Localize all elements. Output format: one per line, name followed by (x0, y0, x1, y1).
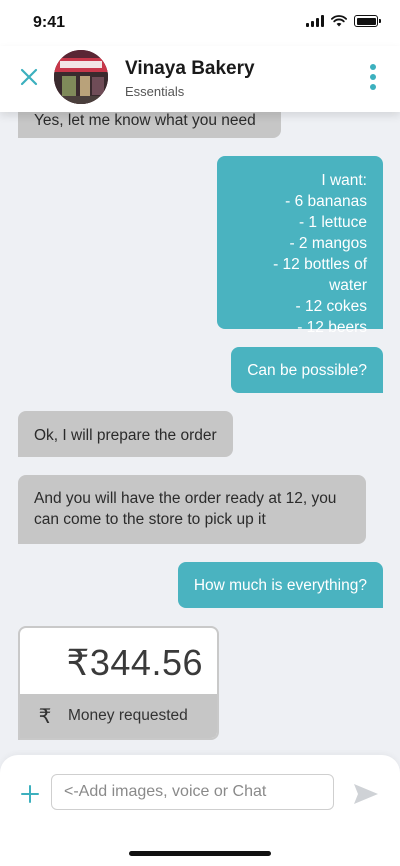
message-text: Can be possible? (247, 362, 367, 379)
store-subtitle: Essentials (125, 84, 185, 99)
message-composer (0, 755, 400, 866)
message-outgoing: Can be possible? (231, 347, 383, 393)
message-text: Yes, let me know what you need (34, 112, 256, 129)
money-request-footer: ₹ Money requested (20, 694, 217, 738)
rupee-icon: ₹ (38, 705, 52, 728)
order-line: - 2 mangos (289, 235, 367, 252)
order-line: - 6 bananas (285, 193, 367, 210)
order-line: - 12 bottles of water (273, 256, 367, 294)
order-line: - 12 cokes (295, 298, 367, 315)
money-amount: ₹344.56 (66, 642, 203, 683)
more-vertical-icon[interactable] (368, 64, 378, 90)
plus-icon[interactable] (19, 783, 41, 805)
home-indicator (129, 851, 271, 856)
status-bar: 9:41 (0, 0, 400, 46)
close-icon[interactable] (18, 66, 40, 88)
chat-input[interactable] (51, 774, 334, 810)
chat-header: Vinaya Bakery Essentials (0, 46, 400, 112)
order-line: - 12 beers (297, 319, 367, 336)
storefront-image (54, 50, 108, 104)
message-incoming: And you will have the order ready at 12,… (18, 475, 366, 544)
status-icons (306, 15, 381, 27)
message-outgoing-order: I want: - 6 bananas - 1 lettuce - 2 mang… (217, 156, 383, 336)
store-avatar[interactable] (54, 50, 108, 104)
wifi-icon (331, 15, 347, 27)
send-icon[interactable] (352, 782, 380, 806)
order-line: - 1 lettuce (298, 214, 367, 231)
status-time: 9:41 (33, 14, 66, 31)
signal-icon (306, 15, 324, 27)
order-line: I want: (321, 172, 367, 189)
money-request-card[interactable]: ₹344.56 ₹ Money requested (18, 626, 219, 740)
message-text: And you will have the order ready at 12,… (34, 490, 337, 528)
store-name: Vinaya Bakery (125, 58, 255, 79)
battery-icon (354, 15, 381, 27)
money-request-label: Money requested (68, 707, 188, 724)
message-text: How much is everything? (193, 577, 367, 594)
message-outgoing: How much is everything? (177, 562, 383, 608)
message-incoming: Ok, I will prepare the order (18, 411, 233, 457)
chat-thread: Yes, let me know what you need I want: -… (0, 0, 400, 760)
message-text: Ok, I will prepare the order (34, 427, 217, 444)
